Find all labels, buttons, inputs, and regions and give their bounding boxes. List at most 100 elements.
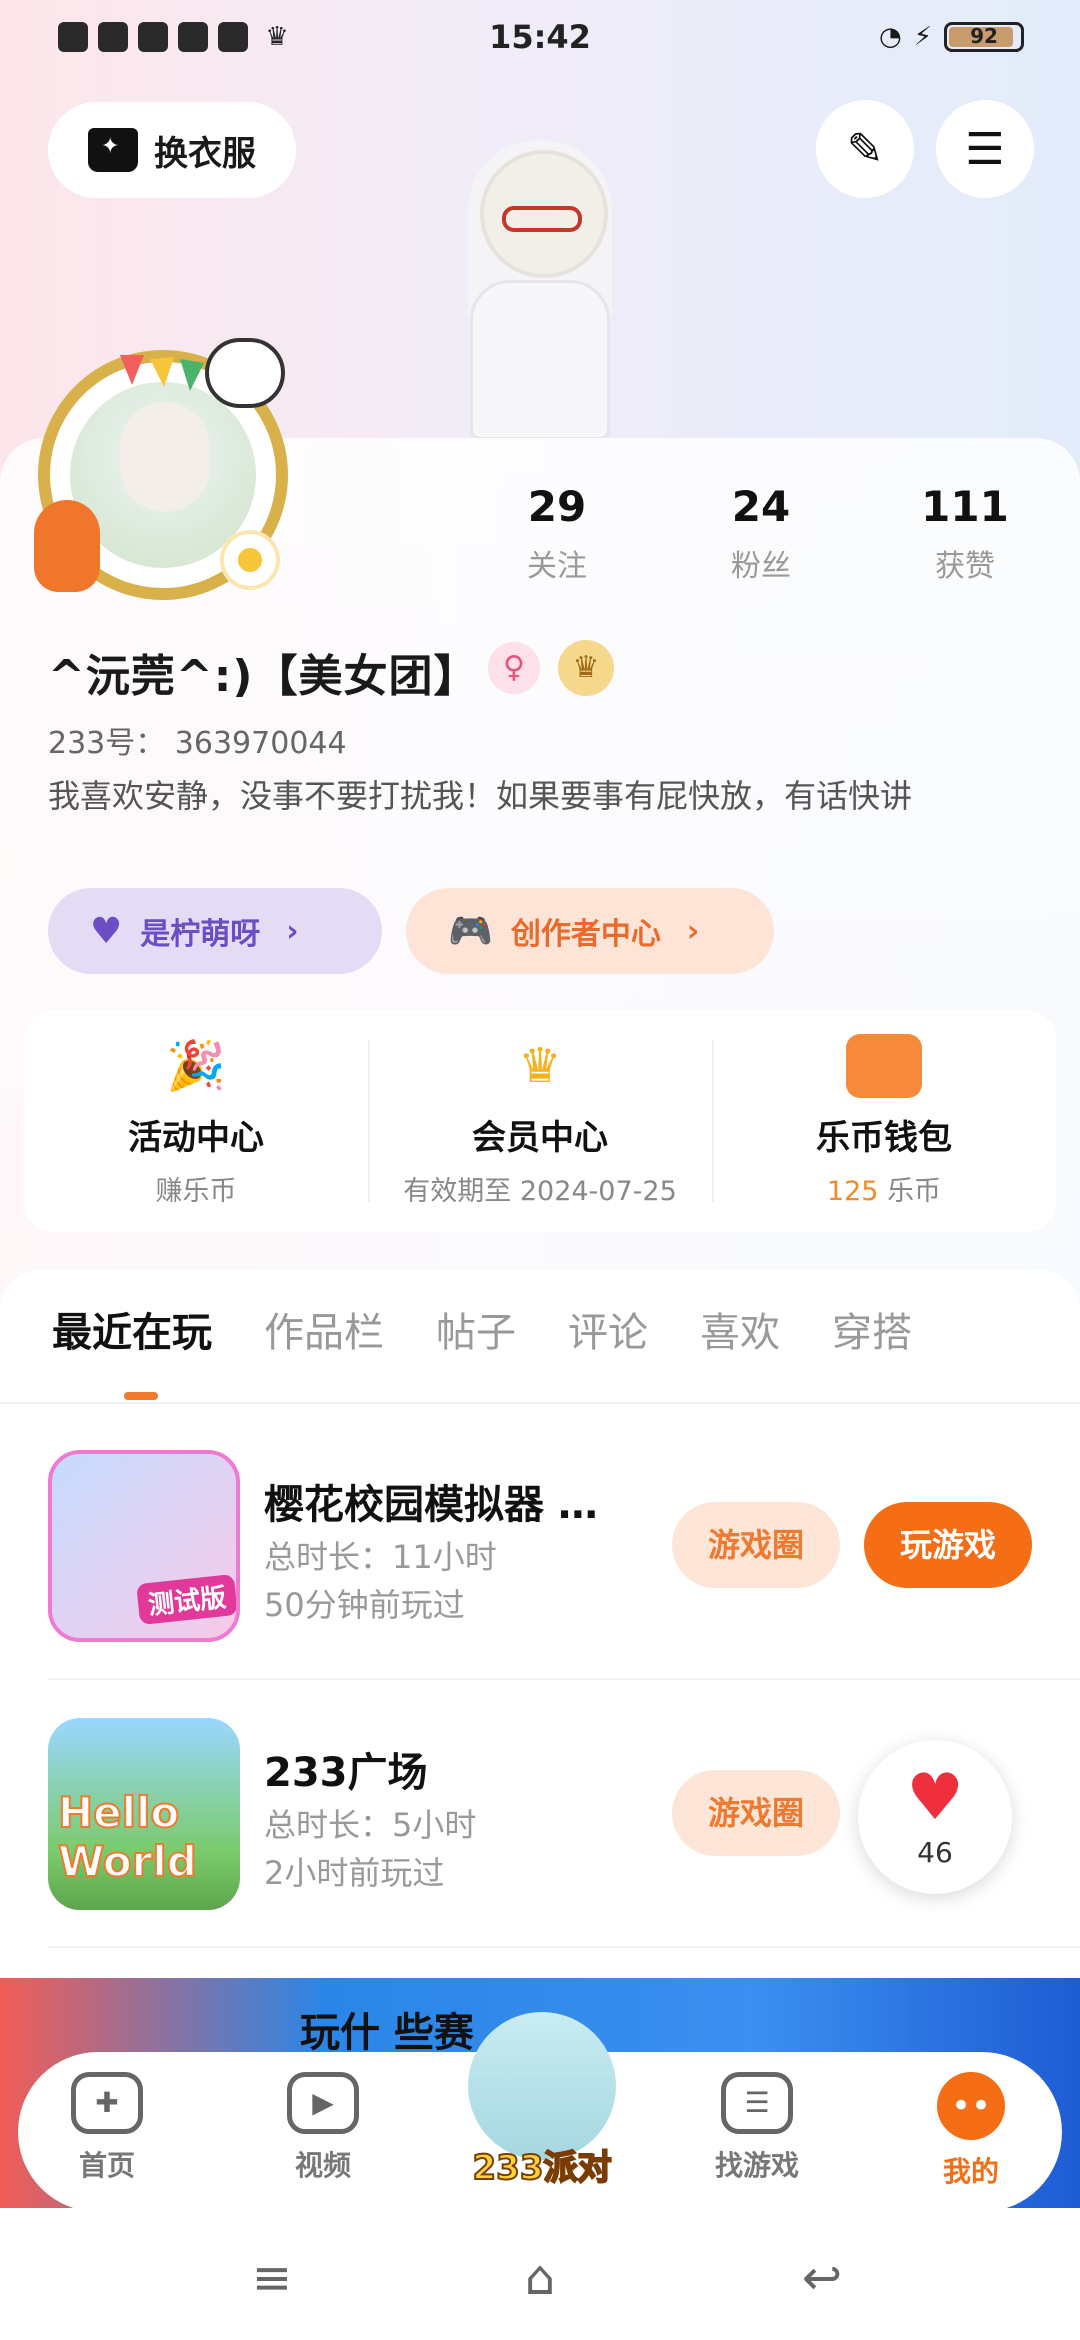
bio: 我喜欢安静，没事不要打扰我！如果要事有屁快放，有话快讲 [48, 777, 913, 815]
user-id: 233号： 363970044 [48, 726, 347, 761]
status-right: ◔ ⚡ 92 [879, 22, 1024, 52]
profile-tabs: 最近在玩 作品栏 帖子 评论 喜欢 穿搭 [0, 1300, 1080, 1400]
creator-center-chip[interactable]: 🎮 创作者中心 › [406, 888, 774, 974]
fans-label: 粉丝 [731, 549, 791, 584]
avatar-figure[interactable] [440, 130, 640, 440]
wifi-icon: ◔ [879, 22, 902, 52]
following-label: 关注 [527, 549, 587, 584]
heart-icon: ♥ [90, 910, 123, 952]
following-stat[interactable]: 29 关注 [482, 482, 632, 585]
back-icon[interactable]: ↩ [762, 2248, 882, 2308]
tab-find-label: 找游戏 [714, 2149, 799, 2182]
charging-icon: ⚡ [913, 22, 932, 52]
game-icon[interactable]: 测试版 [48, 1450, 240, 1642]
coin-balance: 125 乐币 [827, 1169, 941, 1208]
tab-home[interactable]: ✚ 首页 [32, 2072, 182, 2184]
play-icon: ▶ [287, 2072, 359, 2134]
list-icon: ☰ [721, 2072, 793, 2134]
tab-likes[interactable]: 喜欢 [648, 1300, 780, 1400]
game-row[interactable]: 测试版 樱花校园模拟器 … 总时长：11小时 50分钟前玩过 游戏圈 玩游戏 [48, 1450, 1048, 1646]
creator-center-label: 创作者中心 [510, 917, 661, 952]
tab-me[interactable]: •• 我的 [896, 2072, 1046, 2190]
change-outfit-button[interactable]: 换衣服 [48, 102, 296, 198]
pen-icon: ✎ [846, 123, 884, 175]
tab-recently-played[interactable]: 最近在玩 [0, 1300, 212, 1400]
activity-center-sub: 赚乐币 [155, 1176, 237, 1207]
membership-center-button[interactable]: ♛ 会员中心 有效期至 2024-07-25 [368, 1010, 712, 1232]
likes-count: 111 [921, 482, 1009, 531]
wallet-icon [846, 1034, 922, 1098]
game-duration: 总时长：5小时 [264, 1806, 477, 1844]
banner-text: 玩什 些赛 [300, 2010, 474, 2056]
avatar-glasses [502, 206, 582, 232]
female-gender-icon: ♀ [488, 642, 540, 694]
crown-icon: ♛ [518, 1038, 562, 1094]
tab-video[interactable]: ▶ 视频 [248, 2072, 398, 2184]
activity-center-button[interactable]: 🎉 活动中心 赚乐币 [24, 1010, 368, 1232]
likes-stat[interactable]: 111 获赞 [890, 482, 1040, 585]
fans-count: 24 [731, 482, 791, 531]
row-divider [48, 1678, 1080, 1680]
quick-actions: 🎉 活动中心 赚乐币 ♛ 会员中心 有效期至 2024-07-25 乐币钱包 1… [24, 1010, 1056, 1232]
game-title: 樱花校园模拟器 … [264, 1482, 598, 1528]
floating-like-button[interactable]: ♥ 46 [858, 1740, 1012, 1894]
smiley-icon: •• [937, 2072, 1005, 2140]
game-circle-button[interactable]: 游戏圈 [672, 1502, 840, 1588]
gamepad-icon: ✚ [71, 2072, 143, 2134]
chevron-right-icon: › [686, 913, 700, 949]
activity-center-title: 活动中心 [128, 1118, 264, 1158]
gamepad-icon: 🎮 [448, 911, 493, 952]
membership-expiry: 有效期至 2024-07-25 [403, 1176, 677, 1207]
tab-video-label: 视频 [294, 2149, 351, 2182]
tshirt-icon [88, 128, 138, 172]
change-outfit-label: 换衣服 [154, 133, 256, 174]
recent-apps-icon[interactable]: ≡ [212, 2248, 332, 2308]
game-last-played: 2小时前玩过 [264, 1854, 445, 1892]
coin-wallet-title: 乐币钱包 [816, 1118, 952, 1158]
tab-outfits[interactable]: 穿搭 [780, 1300, 912, 1400]
like-count: 46 [917, 1835, 953, 1869]
nickname: ^沅莞^:)【美女团】 [48, 651, 479, 702]
party-popper-icon: 🎉 [166, 1038, 226, 1094]
tab-find-games[interactable]: ☰ 找游戏 [682, 2072, 832, 2184]
tab-home-label: 首页 [78, 2149, 135, 2182]
test-version-tag: 测试版 [136, 1573, 236, 1626]
likes-label: 获赞 [935, 549, 995, 584]
avatar-body [470, 280, 610, 440]
tab-comments[interactable]: 评论 [516, 1300, 648, 1400]
active-tab-indicator [124, 1392, 158, 1400]
heart-icon: ♥ [906, 1760, 964, 1835]
game-icon[interactable]: Hello World [48, 1718, 240, 1910]
coin-wallet-button[interactable]: 乐币钱包 125 乐币 [712, 1010, 1056, 1232]
cat-decoration-icon [205, 338, 285, 408]
avatar-face [120, 402, 210, 512]
battery-icon: 92 [944, 22, 1024, 52]
tab-party-label[interactable]: 233派对 [460, 2140, 624, 2189]
party-avatar-icon[interactable] [468, 2012, 616, 2160]
game-duration: 总时长：11小时 [264, 1538, 497, 1576]
tab-works[interactable]: 作品栏 [212, 1300, 384, 1400]
carrot-decoration-icon [34, 500, 100, 592]
game-last-played: 50分钟前玩过 [264, 1586, 465, 1624]
coin-unit: 乐币 [887, 1176, 942, 1207]
egg-flower-icon [220, 530, 280, 590]
fan-group-label: 是柠萌呀 [140, 917, 261, 952]
game-title: 233广场 [264, 1750, 428, 1796]
fan-group-chip[interactable]: ♥ 是柠萌呀 › [48, 888, 382, 974]
hamburger-icon: ☰ [965, 123, 1005, 175]
bunting-flags-icon [120, 355, 204, 391]
menu-button[interactable]: ☰ [936, 100, 1034, 198]
game-circle-button[interactable]: 游戏圈 [672, 1770, 840, 1856]
home-icon[interactable]: ⌂ [480, 2248, 600, 2308]
coin-amount: 125 [826, 1176, 879, 1207]
battery-percent: 92 [970, 24, 998, 48]
membership-center-title: 会员中心 [472, 1118, 608, 1158]
chevron-right-icon: › [286, 913, 299, 949]
edit-profile-button[interactable]: ✎ [816, 100, 914, 198]
crown-badge-icon[interactable]: ♛ [558, 640, 614, 696]
following-count: 29 [527, 482, 587, 531]
play-game-button[interactable]: 玩游戏 [864, 1502, 1032, 1588]
tab-posts[interactable]: 帖子 [384, 1300, 516, 1400]
row-divider [48, 1946, 1080, 1948]
fans-stat[interactable]: 24 粉丝 [686, 482, 836, 585]
